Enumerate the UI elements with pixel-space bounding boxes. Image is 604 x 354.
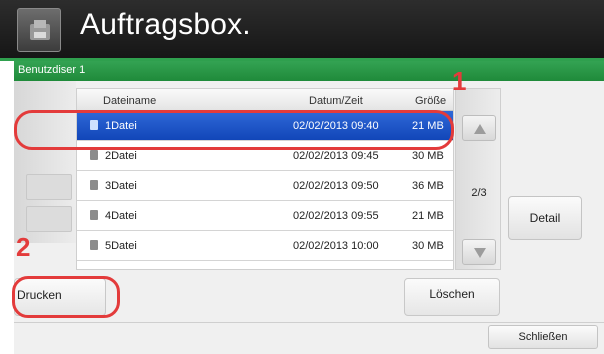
- scroll-down-button[interactable]: [462, 239, 496, 265]
- file-name: 4Datei: [105, 210, 137, 222]
- file-row[interactable]: 5Datei 02/02/2013 10:00 30 MB: [77, 231, 453, 261]
- delete-button[interactable]: Löschen: [404, 278, 500, 316]
- user-box-label: Benutzdiser 1: [18, 64, 86, 76]
- file-date: 02/02/2013 09:55: [293, 210, 379, 222]
- file-name: 2Datei: [105, 150, 137, 162]
- file-name: 3Datei: [105, 180, 137, 192]
- nav-button-ghost[interactable]: [26, 206, 72, 232]
- file-date: 02/02/2013 09:45: [293, 150, 379, 162]
- user-bar: Benutzdiser 1: [14, 61, 604, 81]
- callout-highlight-file-row: [14, 110, 454, 150]
- home-icon: [30, 20, 50, 40]
- column-header-name[interactable]: Dateiname: [103, 95, 156, 107]
- close-button[interactable]: Schließen: [488, 325, 598, 349]
- callout-number-2: 2: [16, 232, 31, 262]
- arrow-down-icon: [474, 248, 486, 258]
- file-date: 02/02/2013 09:50: [293, 180, 379, 192]
- page-indicator: 2/3: [471, 187, 487, 199]
- page-title: Auftragsbox.: [80, 8, 251, 41]
- file-size: 30 MB: [412, 240, 444, 252]
- header-bar: Auftragsbox.: [0, 0, 604, 58]
- footer-divider: [14, 322, 604, 323]
- arrow-up-icon: [474, 124, 486, 134]
- scroll-panel: 2/3: [455, 88, 501, 270]
- document-icon: [90, 180, 98, 190]
- nav-button-ghost[interactable]: [26, 174, 72, 200]
- column-header-size[interactable]: Größe: [415, 95, 446, 107]
- scroll-up-button[interactable]: [462, 115, 496, 141]
- file-size: 30 MB: [412, 150, 444, 162]
- job-box-screen: Auftragsbox. Benutzdiser 1 Dateiname Dat…: [0, 0, 604, 354]
- file-row[interactable]: 4Datei 02/02/2013 09:55 21 MB: [77, 201, 453, 231]
- callout-number-1: 1: [452, 66, 467, 96]
- document-icon: [90, 150, 98, 160]
- home-button[interactable]: [17, 8, 61, 52]
- file-name: 5Datei: [105, 240, 137, 252]
- document-icon: [90, 240, 98, 250]
- document-icon: [90, 210, 98, 220]
- column-header-date[interactable]: Datum/Zeit: [309, 95, 363, 107]
- file-list-header: Dateiname Datum/Zeit Größe: [77, 89, 453, 111]
- callout-highlight-print: [12, 276, 120, 318]
- file-date: 02/02/2013 10:00: [293, 240, 379, 252]
- detail-button[interactable]: Detail: [508, 196, 582, 240]
- file-row[interactable]: 3Datei 02/02/2013 09:50 36 MB: [77, 171, 453, 201]
- file-size: 21 MB: [412, 210, 444, 222]
- file-size: 36 MB: [412, 180, 444, 192]
